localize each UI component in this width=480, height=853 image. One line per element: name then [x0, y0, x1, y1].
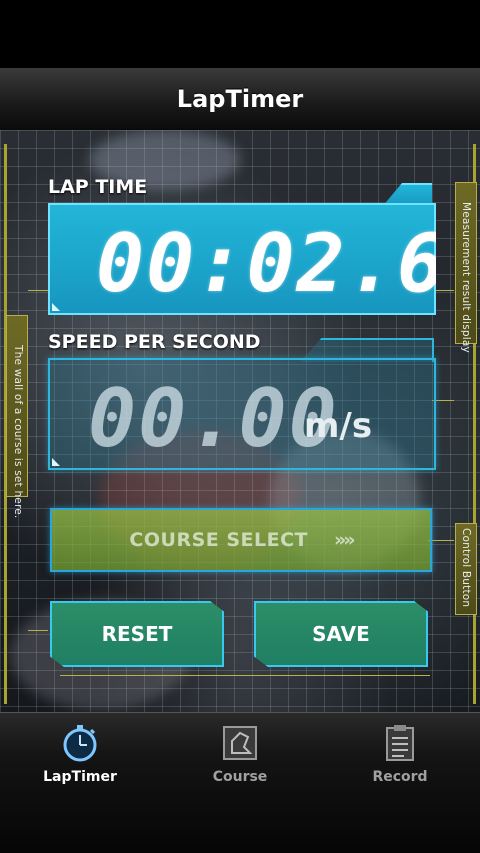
tab-label: LapTimer [43, 769, 117, 785]
lap-time-panel: 00:02.66 [48, 203, 436, 315]
save-label: SAVE [312, 622, 370, 646]
tab-label: Course [212, 769, 268, 785]
status-bar [0, 0, 480, 68]
lap-time-value: 00:02.66 [96, 217, 480, 310]
right-top-side-label: Measurement result display [460, 202, 472, 353]
reset-label: RESET [101, 622, 173, 646]
lap-time-label: LAP TIME [48, 176, 148, 198]
speed-value: 00.00 [88, 372, 339, 465]
speed-unit: m/s [304, 406, 373, 446]
left-side-label: The wall of a course is set here. [12, 345, 24, 519]
course-map-icon [223, 726, 257, 760]
right-bottom-side-label: Control Button [460, 528, 472, 608]
course-select-button[interactable]: COURSE SELECT »» [50, 508, 432, 572]
reset-button[interactable]: RESET [50, 601, 224, 667]
page-title: LapTimer [176, 85, 304, 113]
navigation-bar: LapTimer [0, 68, 480, 131]
clipboard-icon [386, 725, 414, 761]
tab-course[interactable]: Course [160, 713, 320, 801]
corner-mark-icon [52, 303, 60, 311]
save-button[interactable]: SAVE [254, 601, 428, 667]
course-select-label: COURSE SELECT [129, 529, 309, 551]
speed-label: SPEED PER SECOND [48, 331, 261, 353]
chevron-right-icon: »» [334, 529, 355, 551]
tab-bar: LapTimer Course Record [0, 712, 480, 853]
circuit-line [28, 290, 48, 291]
tab-label: Record [372, 769, 428, 785]
stopwatch-icon [63, 725, 97, 762]
circuit-line [60, 675, 430, 676]
speed-panel: 00.00 m/s [48, 358, 436, 470]
corner-mark-icon [52, 458, 60, 466]
circuit-line [28, 630, 48, 631]
main-area: The wall of a course is set here. Measur… [0, 130, 480, 712]
tab-laptimer[interactable]: LapTimer [0, 713, 160, 801]
tab-record[interactable]: Record [320, 713, 480, 801]
